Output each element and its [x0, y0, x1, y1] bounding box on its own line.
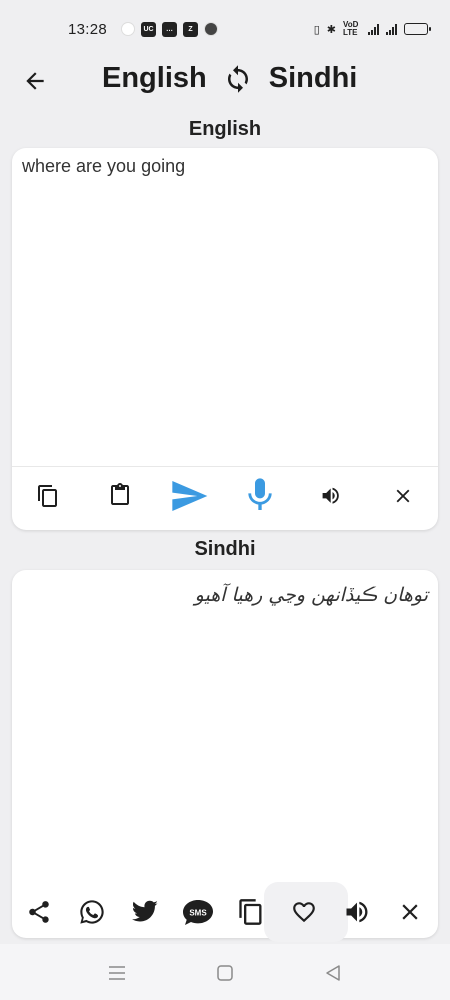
- paste-icon[interactable]: [106, 481, 134, 509]
- signal-icon: [368, 23, 379, 35]
- status-bar: 13:28 UC … Z ▯ ✱ VoD LTE: [0, 0, 450, 58]
- network-label: VoD LTE: [343, 20, 359, 37]
- swap-languages-icon[interactable]: [223, 64, 253, 94]
- translated-text: توهان ڪيڏانهن وڃي رهيا آهيو: [194, 584, 428, 606]
- system-icons: ▯ ✱ VoD LTE: [313, 20, 431, 37]
- copy-translation-icon[interactable]: [237, 897, 265, 927]
- sms-icon[interactable]: SMS: [182, 897, 214, 927]
- clear-translation-icon[interactable]: [396, 898, 424, 926]
- language-selector: English Sindhi: [102, 62, 357, 95]
- speaker-icon[interactable]: [318, 483, 344, 509]
- notification-dot-icon: [121, 22, 136, 36]
- notification-icons: UC … Z: [121, 21, 219, 37]
- output-toolbar: SMS: [12, 882, 438, 942]
- system-nav-bar: [0, 944, 450, 1000]
- app-bar: English Sindhi: [0, 58, 450, 104]
- favorite-heart-icon[interactable]: [290, 898, 318, 926]
- whatsapp-icon[interactable]: [77, 897, 107, 927]
- uc-browser-icon: UC: [141, 21, 157, 37]
- target-language[interactable]: Sindhi: [269, 62, 358, 95]
- speak-translation-icon[interactable]: [342, 897, 372, 927]
- signal-icon-2: [386, 23, 397, 35]
- source-language[interactable]: English: [102, 62, 207, 95]
- share-icon[interactable]: [25, 898, 53, 926]
- status-time: 13:28: [68, 20, 108, 38]
- clear-icon[interactable]: [390, 483, 416, 509]
- input-language-label: English: [188, 118, 262, 140]
- twitter-icon[interactable]: [130, 897, 160, 927]
- vibrate-icon: ▯: [313, 23, 320, 36]
- input-divider: [12, 466, 438, 467]
- app-icon: Z: [183, 21, 199, 37]
- copy-icon[interactable]: [34, 482, 62, 510]
- chat-icon: …: [162, 21, 178, 37]
- send-icon[interactable]: [166, 476, 212, 516]
- svg-text:SMS: SMS: [189, 909, 207, 918]
- battery-icon: [404, 23, 431, 35]
- mic-icon[interactable]: [240, 473, 280, 517]
- nav-back-icon[interactable]: [322, 962, 344, 984]
- input-card: where are you going: [12, 148, 438, 530]
- settings-icon: [204, 22, 219, 36]
- home-icon[interactable]: [214, 962, 236, 984]
- menu-icon[interactable]: [106, 962, 128, 984]
- bluetooth-icon: ✱: [326, 23, 336, 36]
- input-text-field[interactable]: where are you going: [22, 156, 428, 177]
- output-card: توهان ڪيڏانهن وڃي رهيا آهيو SMS: [12, 570, 438, 942]
- back-arrow-icon[interactable]: [22, 68, 48, 94]
- input-toolbar: [12, 476, 438, 516]
- output-language-label: Sindhi: [194, 538, 256, 560]
